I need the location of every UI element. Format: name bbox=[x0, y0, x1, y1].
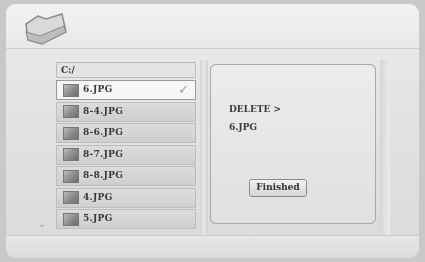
file-name: 4.JPG bbox=[83, 192, 113, 203]
image-thumbnail-icon bbox=[63, 83, 79, 97]
device-screen: C:/ 6.JPG ✓ 8-4.JPG 8-6.JPG 8-7.JPG 8-8.… bbox=[6, 4, 419, 258]
file-row[interactable]: 8-7.JPG bbox=[56, 144, 196, 165]
file-name: 5.JPG bbox=[83, 214, 113, 224]
chevron-down-icon[interactable]: ⌄ bbox=[38, 219, 46, 230]
file-row[interactable]: 8-8.JPG bbox=[56, 166, 196, 186]
file-row[interactable]: 4.JPG bbox=[56, 187, 196, 208]
file-name: 8-6.JPG bbox=[83, 128, 124, 138]
header-bar bbox=[6, 4, 419, 49]
panel-divider bbox=[200, 60, 208, 236]
file-name: 8-7.JPG bbox=[83, 149, 124, 160]
file-row-selected[interactable]: 6.JPG ✓ bbox=[56, 80, 196, 100]
dialog-action-text: DELETE > bbox=[229, 105, 282, 115]
path-bar: C:/ bbox=[56, 62, 196, 78]
file-row[interactable]: 8-6.JPG bbox=[56, 123, 196, 143]
image-thumbnail-icon bbox=[63, 105, 79, 118]
checkmark-icon: ✓ bbox=[178, 83, 189, 98]
folder-icon bbox=[25, 13, 67, 45]
delete-dialog: DELETE > 6.JPG Finished bbox=[210, 64, 376, 224]
footer-bar bbox=[6, 235, 419, 258]
image-thumbnail-icon bbox=[63, 169, 79, 183]
file-name: 8-8.JPG bbox=[83, 171, 124, 181]
right-edge-strip bbox=[380, 60, 390, 236]
image-thumbnail-icon bbox=[63, 148, 79, 161]
image-thumbnail-icon bbox=[63, 191, 79, 204]
file-row[interactable]: 8-4.JPG bbox=[56, 101, 196, 122]
finished-button[interactable]: Finished bbox=[249, 179, 307, 197]
file-browser-panel: C:/ 6.JPG ✓ 8-4.JPG 8-6.JPG 8-7.JPG 8-8.… bbox=[38, 60, 198, 234]
file-list: 6.JPG ✓ 8-4.JPG 8-6.JPG 8-7.JPG 8-8.JPG bbox=[56, 80, 196, 231]
file-name: 6.JPG bbox=[83, 85, 113, 95]
image-thumbnail-icon bbox=[63, 212, 79, 226]
dialog-target-file: 6.JPG bbox=[229, 123, 258, 133]
image-thumbnail-icon bbox=[63, 126, 79, 140]
file-name: 8-4.JPG bbox=[83, 106, 124, 117]
file-row[interactable]: 5.JPG bbox=[56, 209, 196, 229]
